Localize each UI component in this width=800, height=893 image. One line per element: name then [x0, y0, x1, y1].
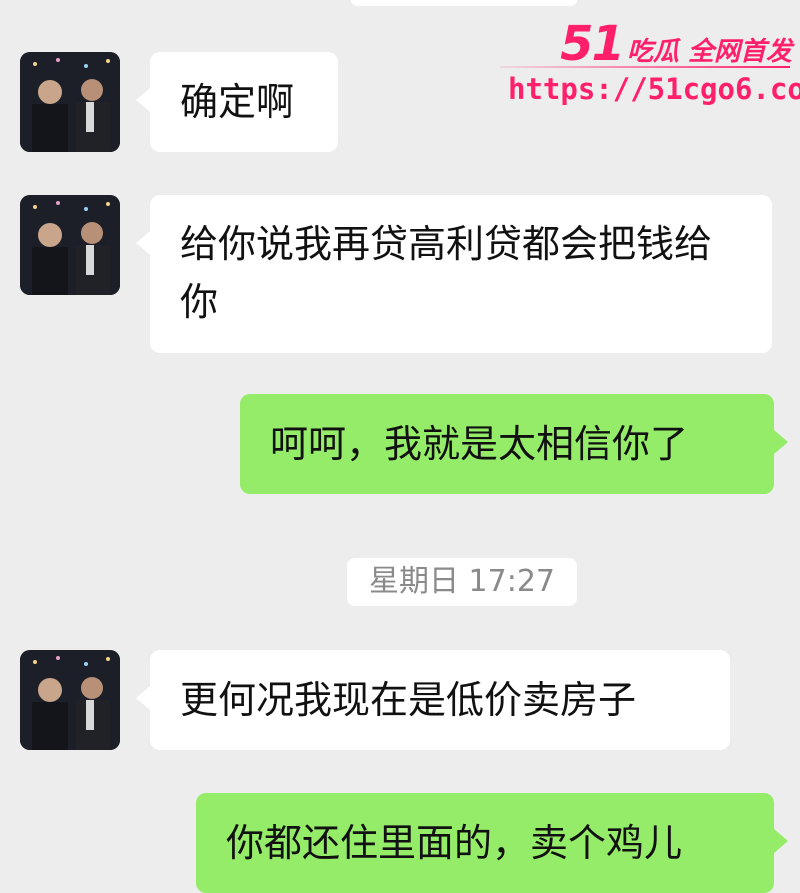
site-watermark: 51 吃瓜 全网首发 https://51cgo6.com — [498, 10, 800, 120]
incoming-message[interactable]: 确定啊 — [136, 52, 338, 152]
avatar-photo-icon — [20, 195, 120, 295]
contact-avatar[interactable] — [20, 650, 120, 750]
watermark-number: 51 — [560, 16, 625, 72]
watermark-underline — [500, 66, 790, 68]
message-text: 更何况我现在是低价卖房子 — [180, 678, 637, 722]
message-text: 确定啊 — [180, 80, 295, 124]
message-timestamp: 星期日 17:27 — [347, 558, 577, 606]
message-text: 给你说我再贷高利贷都会把钱给你 — [180, 222, 713, 324]
avatar-photo-icon — [20, 52, 120, 152]
message-text: 呵呵，我就是太相信你了 — [270, 422, 689, 466]
watermark-url: https://51cgo6.com — [508, 72, 800, 106]
contact-avatar[interactable] — [20, 52, 120, 152]
outgoing-message[interactable]: 你都还住里面的，卖个鸡儿 — [196, 793, 788, 893]
avatar-photo-icon — [20, 650, 120, 750]
watermark-brand: 51 吃瓜 全网首发 — [560, 16, 792, 72]
previous-message-bubble-edge — [350, 0, 578, 6]
outgoing-message[interactable]: 呵呵，我就是太相信你了 — [240, 394, 788, 494]
incoming-message[interactable]: 给你说我再贷高利贷都会把钱给你 — [136, 195, 772, 353]
incoming-message[interactable]: 更何况我现在是低价卖房子 — [136, 650, 730, 750]
contact-avatar[interactable] — [20, 195, 120, 295]
message-text: 你都还住里面的，卖个鸡儿 — [226, 821, 683, 865]
watermark-brand-text: 吃瓜 全网首发 — [626, 37, 792, 67]
